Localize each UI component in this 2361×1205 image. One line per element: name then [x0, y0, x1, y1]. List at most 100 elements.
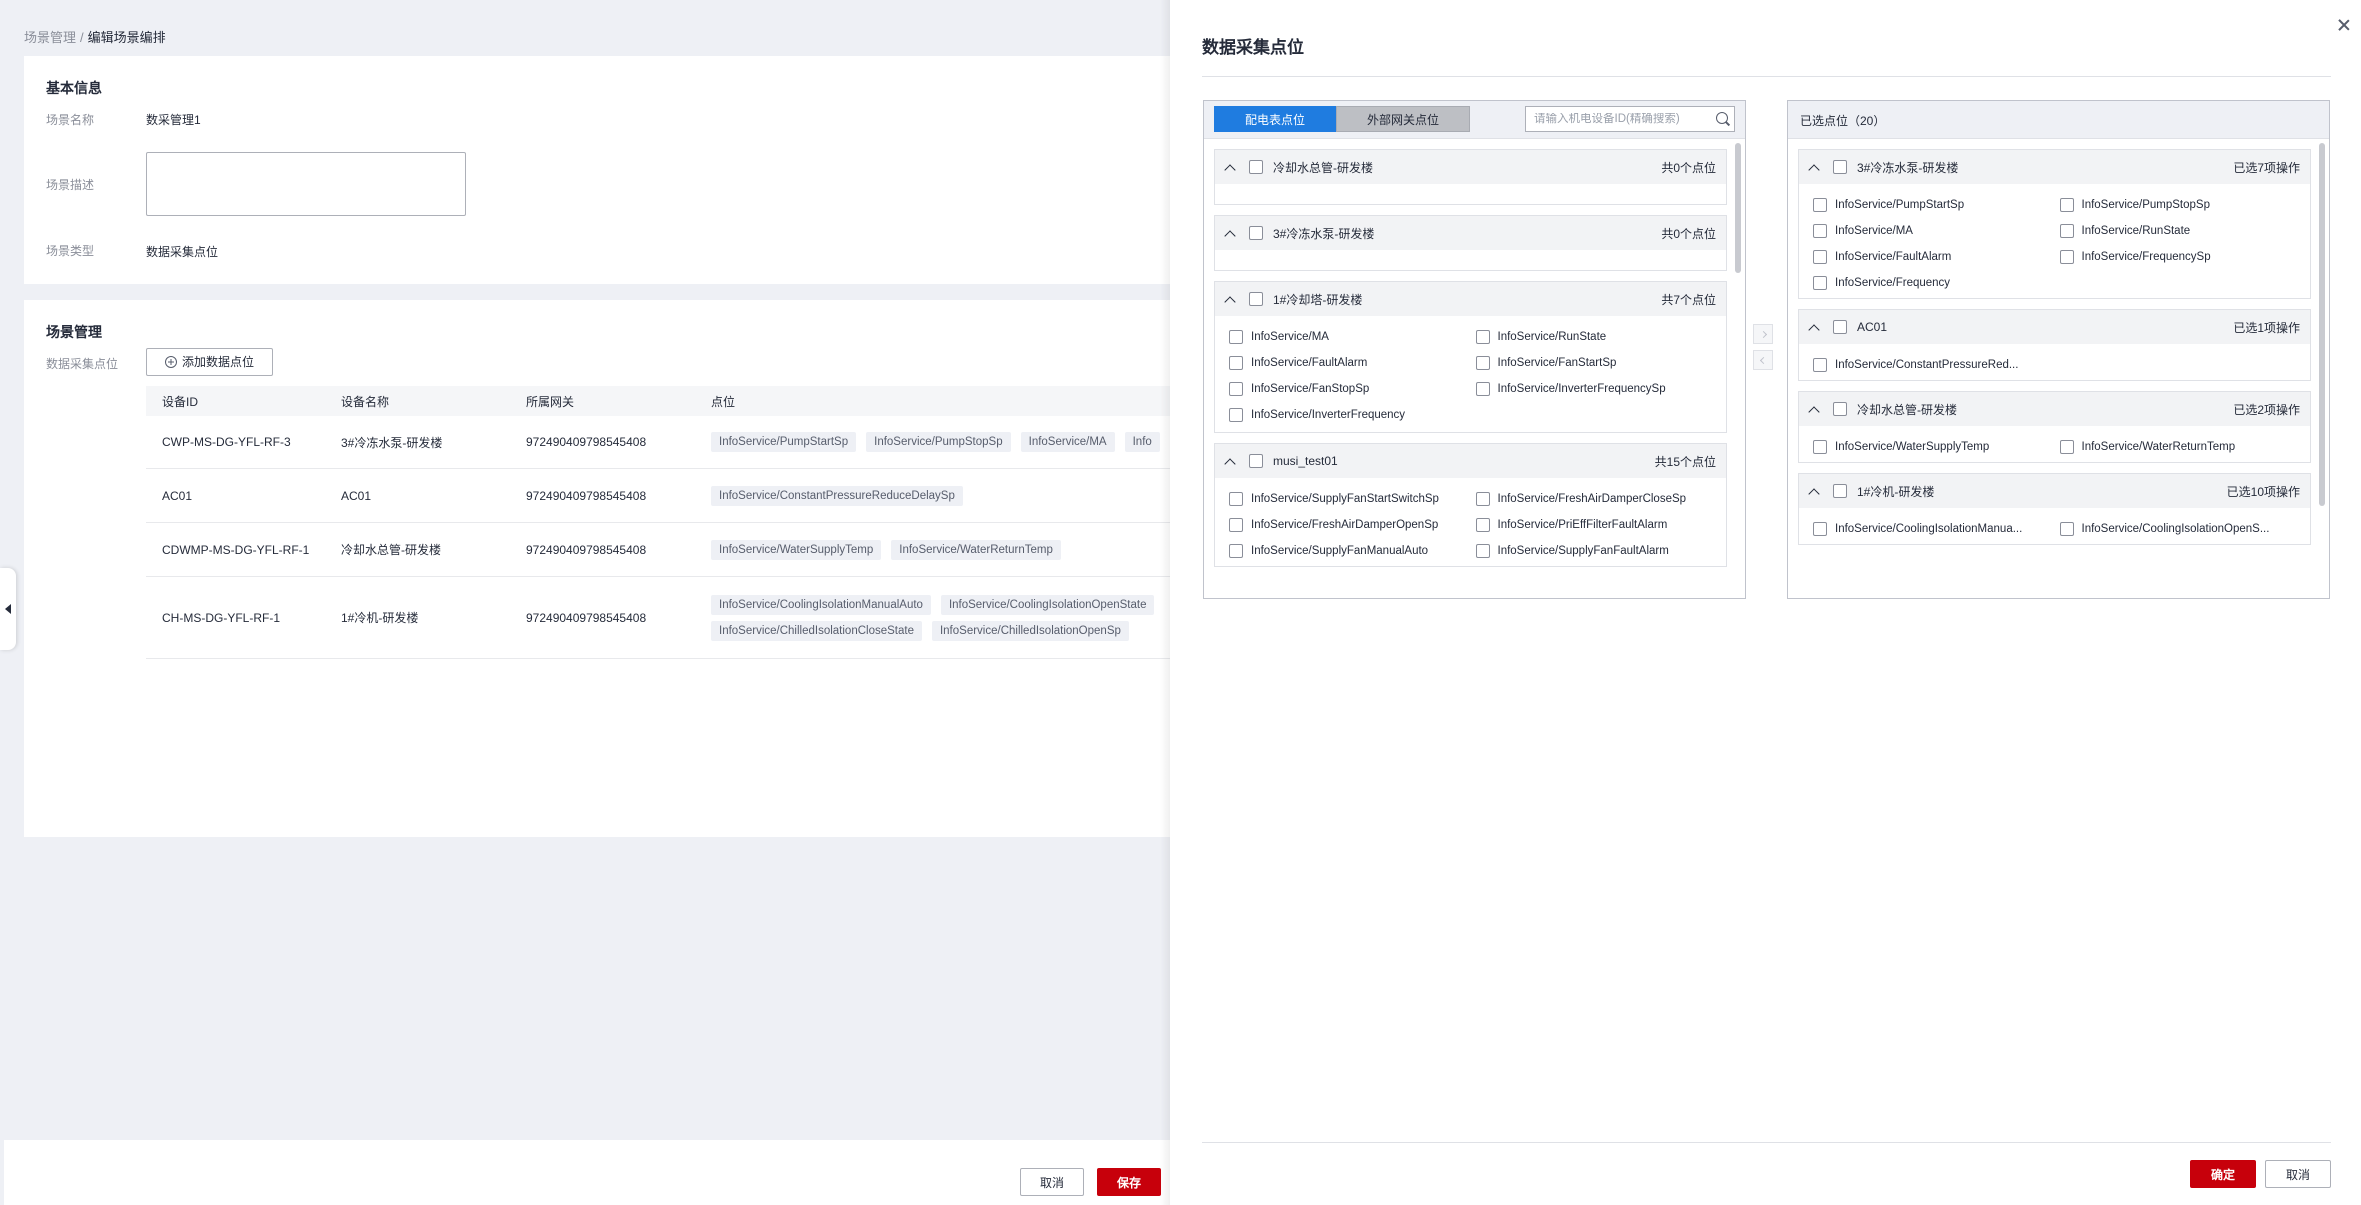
selected-scrollbar[interactable]	[2319, 143, 2325, 506]
chevron-up-icon[interactable]	[1809, 322, 1819, 332]
add-data-point-button[interactable]: 添加数据点位	[146, 348, 274, 376]
chevron-up-icon[interactable]	[1225, 456, 1235, 466]
chevron-up-icon[interactable]	[1809, 404, 1819, 414]
point-item[interactable]: InfoService/FrequencySp	[2059, 248, 2297, 266]
chevron-up-icon[interactable]	[1809, 162, 1819, 172]
breadcrumb-parent[interactable]: 场景管理	[24, 30, 76, 45]
drawer-confirm-button[interactable]: 确定	[2190, 1160, 2256, 1188]
group-count: 已选1项操作	[2233, 320, 2300, 335]
cell-device-name: AC01	[341, 488, 372, 503]
point-checkbox[interactable]	[1475, 544, 1490, 558]
point-checkbox[interactable]	[1475, 492, 1490, 506]
point-item[interactable]: InfoService/InverterFrequencySp	[1475, 380, 1713, 398]
point-checkbox[interactable]	[1475, 518, 1490, 532]
point-item[interactable]: InfoService/RunState	[2059, 222, 2297, 240]
point-tag: InfoService/ConstantPressureReduceDelayS…	[711, 485, 963, 506]
point-item[interactable]: InfoService/MA	[1229, 328, 1466, 346]
point-checkbox[interactable]	[1229, 356, 1243, 370]
search-icon[interactable]	[1712, 108, 1734, 130]
point-checkbox[interactable]	[2059, 440, 2074, 454]
point-item[interactable]: InfoService/PumpStopSp	[2059, 196, 2297, 214]
point-item[interactable]: InfoService/WaterReturnTemp	[2059, 438, 2297, 456]
point-item[interactable]: InfoService/SupplyFanStartSwitchSp	[1229, 490, 1466, 508]
point-checkbox[interactable]	[1813, 250, 1827, 264]
point-item[interactable]: InfoService/FaultAlarm	[1229, 354, 1466, 372]
point-item[interactable]: InfoService/CoolingIsolationOpenS...	[2059, 520, 2297, 538]
point-checkbox[interactable]	[1475, 356, 1490, 370]
point-item[interactable]: InfoService/FaultAlarm	[1813, 248, 2050, 266]
move-right-button[interactable]	[1753, 324, 1773, 344]
point-label: InfoService/PriEffFilterFaultAlarm	[1497, 519, 1668, 531]
point-item[interactable]: InfoService/WaterSupplyTemp	[1813, 438, 2050, 456]
group-checkbox[interactable]	[1833, 484, 1847, 498]
point-checkbox[interactable]	[2059, 250, 2074, 264]
point-label: InfoService/FrequencySp	[2081, 251, 2211, 263]
point-checkbox[interactable]	[1229, 492, 1243, 506]
collapse-left-icon	[5, 604, 11, 614]
point-item[interactable]: InfoService/FanStopSp	[1229, 380, 1466, 398]
group-checkbox[interactable]	[1833, 160, 1847, 174]
point-item[interactable]: InfoService/PumpStartSp	[1813, 196, 2050, 214]
table-header: 设备ID 设备名称 所属网关 点位	[146, 386, 1180, 416]
group-checkbox[interactable]	[1833, 320, 1847, 334]
move-left-button[interactable]	[1753, 350, 1773, 370]
page-save-button[interactable]: 保存	[1097, 1168, 1161, 1196]
group-checkbox[interactable]	[1249, 454, 1263, 468]
point-checkbox[interactable]	[1813, 224, 1827, 238]
close-icon[interactable]	[2336, 18, 2352, 34]
breadcrumb-current: 编辑场景编排	[87, 30, 166, 45]
selected-group: 冷却水总管-研发楼 已选2项操作 InfoService/WaterSupply…	[1798, 391, 2311, 463]
point-item[interactable]: InfoService/Frequency	[1813, 274, 2050, 292]
point-checkbox[interactable]	[1475, 382, 1490, 396]
group-checkbox[interactable]	[1249, 292, 1263, 306]
tab-meter-points[interactable]: 配电表点位	[1214, 106, 1337, 132]
scene-desc-textarea[interactable]	[146, 152, 466, 216]
point-label: InfoService/CoolingIsolationManua...	[1835, 523, 2023, 535]
point-tag: InfoService/CoolingIsolationManualAuto	[711, 594, 931, 615]
point-item[interactable]: InfoService/RunState	[1475, 328, 1713, 346]
point-tag: InfoService/PumpStartSp	[711, 432, 857, 452]
point-checkbox[interactable]	[1229, 544, 1243, 558]
point-item[interactable]: InfoService/ConstantPressureRed...	[1813, 356, 2050, 374]
group-count: 共0个点位	[1661, 160, 1716, 175]
point-checkbox[interactable]	[1813, 358, 1827, 372]
point-checkbox[interactable]	[1229, 330, 1243, 344]
point-checkbox[interactable]	[1813, 276, 1827, 290]
point-checkbox[interactable]	[1229, 408, 1243, 422]
drawer-cancel-button[interactable]: 取消	[2265, 1160, 2331, 1188]
point-item[interactable]: InfoService/FreshAirDamperCloseSp	[1475, 490, 1713, 508]
point-item[interactable]: InfoService/SupplyFanManualAuto	[1229, 542, 1466, 560]
point-checkbox[interactable]	[1813, 440, 1827, 454]
group-checkbox[interactable]	[1833, 402, 1847, 416]
chevron-up-icon[interactable]	[1225, 228, 1235, 238]
point-item[interactable]: InfoService/SupplyFanFaultAlarm	[1475, 542, 1713, 560]
cell-device-name: 1#冷机-研发楼	[341, 611, 419, 625]
chevron-up-icon[interactable]	[1809, 486, 1819, 496]
chevron-up-icon[interactable]	[1225, 294, 1235, 304]
group-name: 1#冷机-研发楼	[1857, 484, 1935, 499]
point-checkbox[interactable]	[1229, 382, 1243, 396]
group-checkbox[interactable]	[1249, 226, 1263, 240]
source-scrollbar[interactable]	[1735, 143, 1741, 273]
device-search-input[interactable]	[1526, 113, 1712, 125]
point-item[interactable]: InfoService/InverterFrequency	[1229, 406, 1466, 424]
point-checkbox[interactable]	[1813, 198, 1827, 212]
point-checkbox[interactable]	[1813, 522, 1827, 536]
group-checkbox[interactable]	[1249, 160, 1263, 174]
data-points-label: 数据采集点位	[46, 357, 119, 371]
point-checkbox[interactable]	[2059, 522, 2074, 536]
point-item[interactable]: InfoService/CoolingIsolationManua...	[1813, 520, 2050, 538]
point-checkbox[interactable]	[1229, 518, 1243, 532]
point-item[interactable]: InfoService/FreshAirDamperOpenSp	[1229, 516, 1466, 534]
page-cancel-button[interactable]: 取消	[1020, 1168, 1084, 1196]
tab-external-gateway-points[interactable]: 外部网关点位	[1336, 106, 1471, 132]
point-checkbox[interactable]	[2059, 224, 2074, 238]
scene-mgmt-card: 场景管理 数据采集点位 添加数据点位 设备ID 设备名称 所属网关 点位 CWP…	[24, 300, 1180, 837]
point-checkbox[interactable]	[2059, 198, 2074, 212]
chevron-up-icon[interactable]	[1225, 162, 1235, 172]
point-checkbox[interactable]	[1475, 330, 1490, 344]
point-item[interactable]: InfoService/MA	[1813, 222, 2050, 240]
collapse-handle[interactable]	[0, 568, 16, 650]
point-item[interactable]: InfoService/PriEffFilterFaultAlarm	[1475, 516, 1713, 534]
point-item[interactable]: InfoService/FanStartSp	[1475, 354, 1713, 372]
